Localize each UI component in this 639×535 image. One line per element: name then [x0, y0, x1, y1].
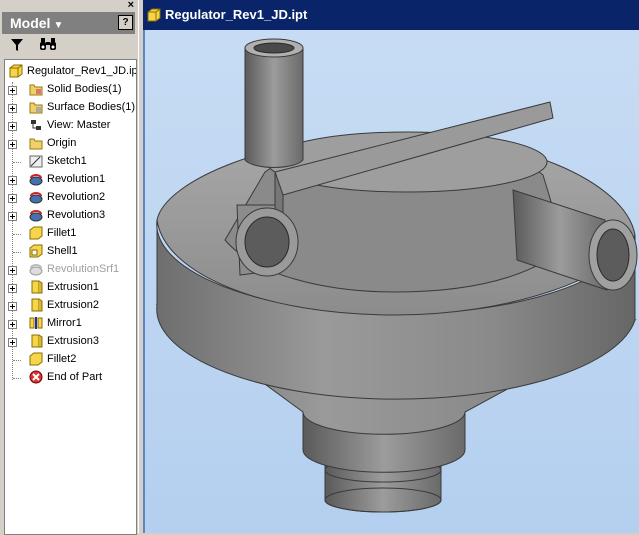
- tree-item-revolution3[interactable]: Revolution3: [5, 207, 135, 225]
- model-browser-header[interactable]: Model ▼ ?: [2, 12, 135, 34]
- extrusion-icon: [31, 298, 43, 312]
- tree-item-label: RevolutionSrf1: [47, 263, 120, 275]
- document-title-bar[interactable]: Regulator_Rev1_JD.ipt: [143, 0, 639, 30]
- tree-item-sketch1[interactable]: Sketch1: [5, 153, 135, 171]
- model-tree: Regulator_Rev1_JD.ipt Solid Bodies(1) Sur…: [4, 59, 137, 535]
- revolution-surface-icon: [29, 264, 43, 276]
- browser-title[interactable]: Model ▼: [10, 15, 63, 31]
- expand-icon[interactable]: [8, 320, 17, 329]
- fillet-icon: [29, 226, 43, 240]
- tree-item-mirror1[interactable]: Mirror1: [5, 315, 135, 333]
- panel-topbar: ×: [0, 0, 138, 12]
- tree-item-label: Mirror1: [47, 317, 82, 329]
- tree-branch-line: [13, 378, 21, 379]
- tree-item-end-of-part[interactable]: End of Part: [5, 369, 135, 387]
- tree-item-extrusion2[interactable]: Extrusion2: [5, 297, 135, 315]
- tree-item-label: Extrusion3: [47, 335, 99, 347]
- extrusion-icon: [31, 280, 43, 294]
- browser-toolbar: [2, 35, 135, 57]
- fillet-icon: [29, 352, 43, 366]
- tree-item-label: Fillet2: [47, 353, 77, 365]
- graphics-viewport[interactable]: [143, 30, 639, 533]
- end-of-part-icon: [29, 370, 43, 384]
- document-window: Regulator_Rev1_JD.ipt: [143, 0, 639, 533]
- chevron-down-icon: ▼: [53, 20, 64, 31]
- tree-branch-line: [13, 360, 21, 361]
- tree-item-label: End of Part: [47, 371, 103, 383]
- document-title: Regulator_Rev1_JD.ipt: [165, 7, 308, 22]
- tree-root-label: Regulator_Rev1_JD.ipt: [27, 65, 137, 77]
- expand-icon[interactable]: [8, 338, 17, 347]
- close-panel-icon[interactable]: ×: [128, 0, 134, 11]
- tree-item-label: Revolution2: [47, 191, 106, 203]
- expand-icon[interactable]: [8, 284, 17, 293]
- revolution-icon: [29, 210, 43, 222]
- tree-item-shell1[interactable]: Shell1: [5, 243, 135, 261]
- expand-icon[interactable]: [8, 140, 17, 149]
- revolution-icon: [29, 192, 43, 204]
- tree-item-label: Extrusion1: [47, 281, 99, 293]
- tree-item-surface-bodies-1[interactable]: Surface Bodies(1): [5, 99, 135, 117]
- tree-item-label: Revolution1: [47, 173, 106, 185]
- tree-root[interactable]: Regulator_Rev1_JD.ipt: [7, 63, 137, 81]
- tree-item-fillet2[interactable]: Fillet2: [5, 351, 135, 369]
- expand-icon[interactable]: [8, 212, 17, 221]
- tree-item-label: Revolution3: [47, 209, 106, 221]
- binoculars-icon[interactable]: [39, 36, 57, 52]
- expand-icon[interactable]: [8, 302, 17, 311]
- revolution-icon: [29, 174, 43, 186]
- origin-folder-icon: [29, 138, 43, 150]
- filter-icon[interactable]: [10, 37, 24, 53]
- extrusion-icon: [31, 334, 43, 348]
- tree-item-revolutionsrf1[interactable]: RevolutionSrf1: [5, 261, 135, 279]
- expand-icon[interactable]: [8, 266, 17, 275]
- tree-item-label: Extrusion2: [47, 299, 99, 311]
- help-button[interactable]: ?: [118, 15, 133, 30]
- expand-icon[interactable]: [8, 194, 17, 203]
- part-icon: [9, 64, 23, 78]
- tree-branch-line: [13, 162, 21, 163]
- sketch-icon: [29, 155, 43, 168]
- tree-branch-line: [13, 252, 21, 253]
- expand-icon[interactable]: [8, 86, 17, 95]
- model-browser-panel: × Model ▼ ? Regulator_Rev1_JD.ipt Solid B…: [0, 0, 139, 535]
- browser-title-text: Model: [10, 15, 51, 31]
- view-icon: [31, 120, 41, 130]
- tree-item-revolution1[interactable]: Revolution1: [5, 171, 135, 189]
- expand-icon[interactable]: [8, 122, 17, 131]
- regulator-model[interactable]: [145, 30, 639, 533]
- tree-item-extrusion3[interactable]: Extrusion3: [5, 333, 135, 351]
- tree-item-label: View: Master: [47, 119, 111, 131]
- solid-bodies-folder-icon: [29, 84, 43, 96]
- tree-item-solid-bodies-1[interactable]: Solid Bodies(1): [5, 81, 135, 99]
- tree-item-label: Shell1: [47, 245, 78, 257]
- tree-item-extrusion1[interactable]: Extrusion1: [5, 279, 135, 297]
- expand-icon[interactable]: [8, 104, 17, 113]
- tree-item-revolution2[interactable]: Revolution2: [5, 189, 135, 207]
- surface-bodies-folder-icon: [29, 102, 43, 114]
- tree-item-label: Sketch1: [47, 155, 87, 167]
- tree-item-label: Surface Bodies(1): [47, 101, 136, 113]
- mirror-icon: [29, 317, 43, 329]
- tree-item-origin[interactable]: Origin: [5, 135, 135, 153]
- tree-item-label: Origin: [47, 137, 77, 149]
- tree-branch-line: [13, 234, 21, 235]
- tree-item-label: Fillet1: [47, 227, 77, 239]
- tree-item-view-master[interactable]: View: Master: [5, 117, 135, 135]
- part-icon: [147, 8, 161, 22]
- tree-item-label: Solid Bodies(1): [47, 83, 122, 95]
- expand-icon[interactable]: [8, 176, 17, 185]
- shell-icon: [29, 244, 43, 258]
- tree-item-fillet1[interactable]: Fillet1: [5, 225, 135, 243]
